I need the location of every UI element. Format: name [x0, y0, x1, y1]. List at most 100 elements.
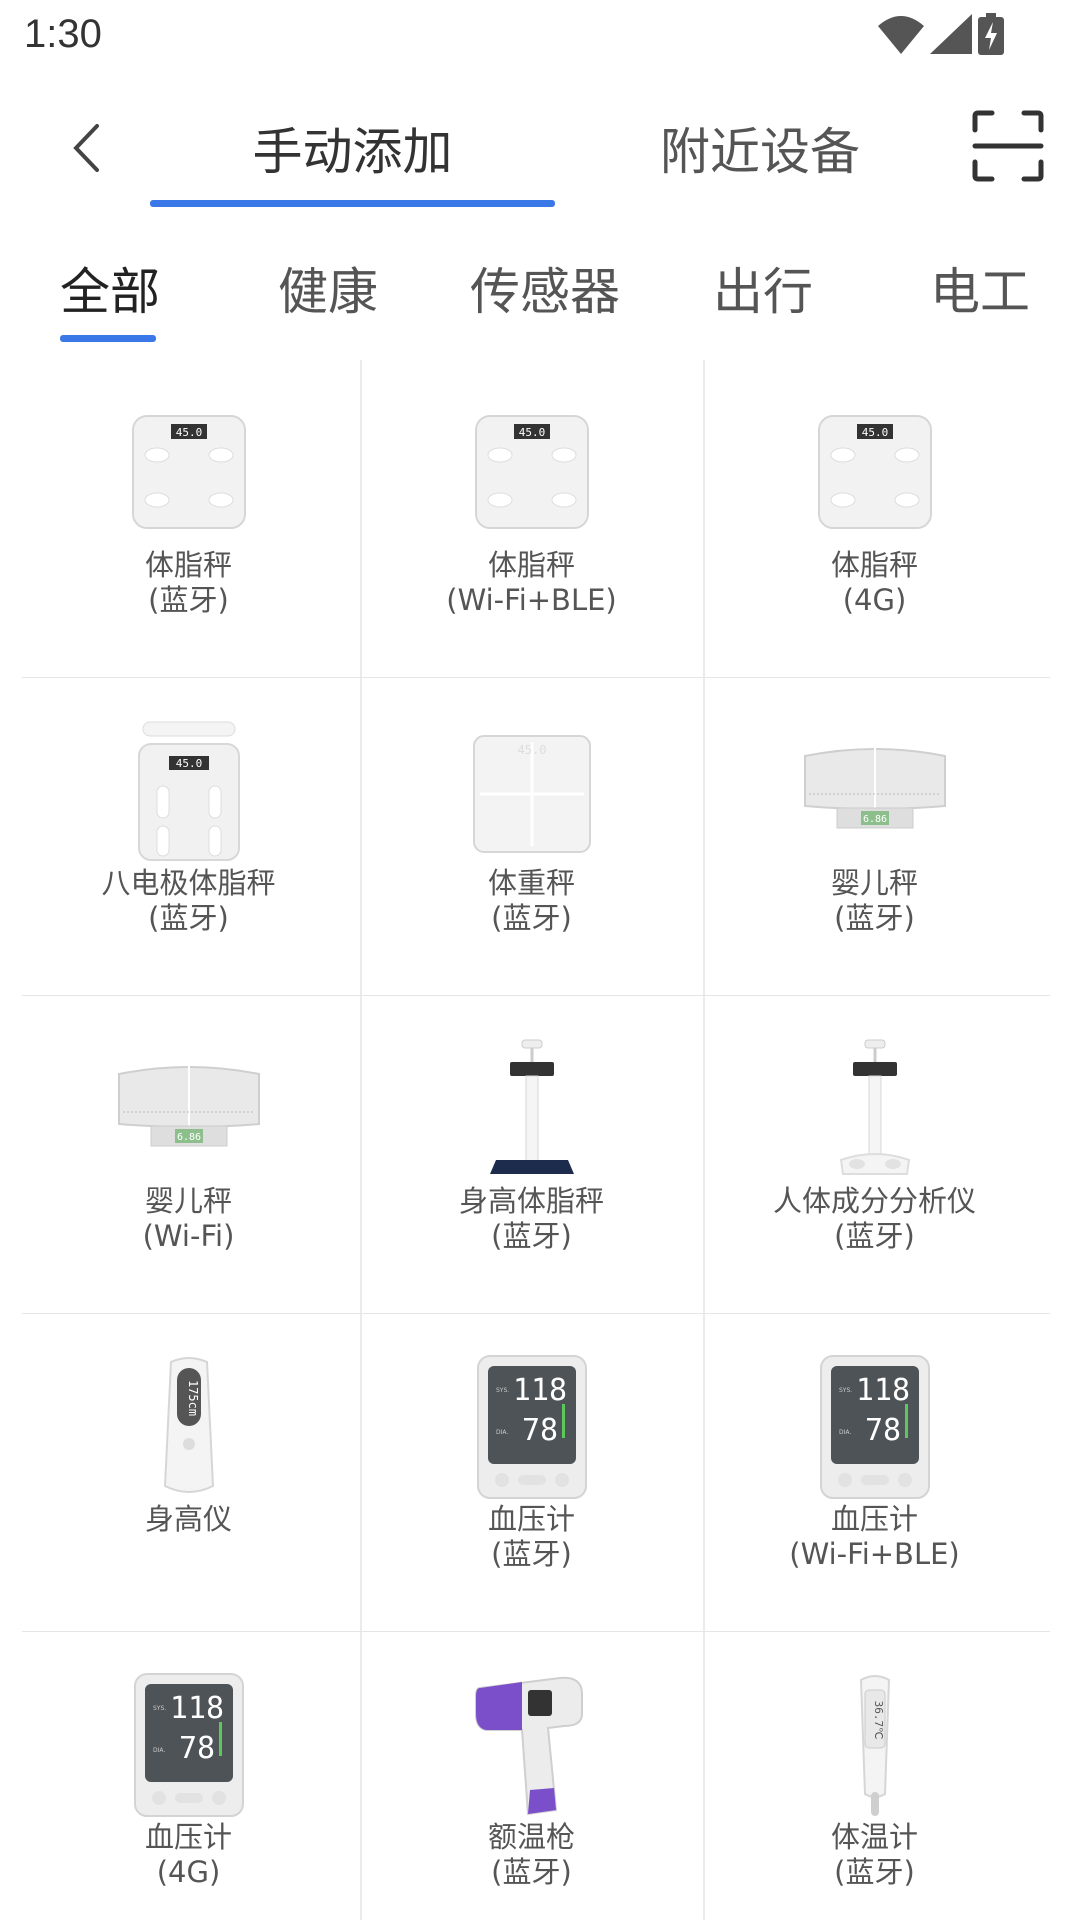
- svg-text:175cm: 175cm: [186, 1380, 200, 1416]
- device-card[interactable]: 45.0 体脂秤 (4G): [708, 360, 1041, 677]
- svg-text:6.86: 6.86: [862, 814, 886, 825]
- scale-icon: 45.0: [109, 398, 269, 548]
- device-card[interactable]: 118 78 SYS. DIA. 血压计 (蓝牙): [365, 1314, 698, 1631]
- device-row: 118 78 SYS. DIA. 血压计 (4G) 额温枪 (蓝牙) 36.7℃ 体温计 (蓝牙): [22, 1632, 1050, 1920]
- baby-scale-icon: 6.86: [795, 716, 955, 866]
- divider: [360, 996, 362, 1313]
- battery-charging-icon: [978, 13, 1004, 55]
- device-connectivity: (蓝牙): [148, 583, 229, 617]
- eight-electrode-scale-icon: 45.0: [109, 716, 269, 866]
- top-bar: 手动添加 附近设备: [0, 90, 1080, 220]
- tab-manual-add[interactable]: 手动添加: [150, 116, 555, 181]
- device-connectivity: (蓝牙): [491, 901, 572, 935]
- svg-text:45.0: 45.0: [175, 426, 202, 439]
- device-connectivity: (Wi-Fi+BLE): [446, 583, 617, 617]
- divider: [703, 678, 705, 995]
- device-label: 血压计 (4G): [22, 1820, 355, 1890]
- device-card[interactable]: 额温枪 (蓝牙): [365, 1632, 698, 1920]
- category-tab-all[interactable]: 全部: [60, 252, 160, 324]
- svg-text:45.0: 45.0: [518, 426, 545, 439]
- status-icons: [878, 12, 1004, 56]
- category-tab-health[interactable]: 健康: [278, 252, 378, 324]
- device-label: 婴儿秤 (Wi-Fi): [22, 1184, 355, 1254]
- svg-text:SYS.: SYS.: [839, 1387, 852, 1394]
- tab-nearby-devices[interactable]: 附近设备: [610, 116, 910, 181]
- device-card[interactable]: 45.0 体重秤 (蓝牙): [365, 678, 698, 995]
- device-name: 体脂秤: [830, 548, 918, 582]
- height-meter-icon: 175cm: [109, 1352, 269, 1502]
- category-tab-electrical[interactable]: 电工: [930, 252, 1030, 324]
- category-tab-sensor[interactable]: 传感器: [470, 252, 620, 324]
- device-name: 身高体脂秤: [458, 1184, 604, 1218]
- category-tabs: 全部 健康 传感器 出行 电工: [0, 240, 1080, 350]
- svg-text:118: 118: [855, 1373, 909, 1408]
- weight-scale-icon: 45.0: [452, 716, 612, 866]
- svg-text:78: 78: [178, 1731, 214, 1766]
- cellular-signal-icon: [930, 14, 972, 54]
- divider: [703, 1314, 705, 1631]
- wifi-icon: [878, 16, 924, 54]
- device-label: 身高体脂秤 (蓝牙): [365, 1184, 698, 1254]
- device-card[interactable]: 118 78 SYS. DIA. 血压计 (Wi-Fi+BLE): [708, 1314, 1041, 1631]
- device-connectivity: (蓝牙): [491, 1855, 572, 1889]
- category-tab-travel[interactable]: 出行: [713, 252, 813, 324]
- device-name: 血压计: [830, 1502, 918, 1536]
- device-card[interactable]: 身高体脂秤 (蓝牙): [365, 996, 698, 1313]
- device-name: 八电极体脂秤: [101, 866, 276, 900]
- device-card[interactable]: 118 78 SYS. DIA. 血压计 (4G): [22, 1632, 355, 1920]
- svg-text:SYS.: SYS.: [496, 1387, 509, 1394]
- svg-text:6.86: 6.86: [176, 1132, 200, 1143]
- device-card[interactable]: 45.0 体脂秤 (蓝牙): [22, 360, 355, 677]
- divider: [703, 996, 705, 1313]
- device-row: 45.0 体脂秤 (蓝牙) 45.0 体脂秤 (Wi-Fi+BLE) 45.0 体脂秤 (4G): [22, 360, 1050, 678]
- device-card[interactable]: 人体成分分析仪 (蓝牙): [708, 996, 1041, 1313]
- device-connectivity: (蓝牙): [834, 1219, 915, 1253]
- device-connectivity: (蓝牙): [834, 901, 915, 935]
- device-card[interactable]: 45.0 体脂秤 (Wi-Fi+BLE): [365, 360, 698, 677]
- device-card[interactable]: 36.7℃ 体温计 (蓝牙): [708, 1632, 1041, 1920]
- body-composition-analyzer-icon: [795, 1034, 955, 1184]
- device-name: 体重秤: [487, 866, 575, 900]
- device-name: 婴儿秤: [830, 866, 918, 900]
- scan-button[interactable]: [972, 110, 1044, 182]
- device-label: 体脂秤 (Wi-Fi+BLE): [365, 548, 698, 618]
- height-scale-icon: [452, 1034, 612, 1184]
- svg-text:DIA.: DIA.: [839, 1429, 851, 1436]
- device-connectivity: (4G): [842, 583, 907, 617]
- chevron-left-icon: [73, 124, 99, 172]
- device-label: 体重秤 (蓝牙): [365, 866, 698, 936]
- status-bar: 1:30: [0, 0, 1080, 72]
- device-name: 身高仪: [144, 1502, 232, 1536]
- device-connectivity: (Wi-Fi+BLE): [789, 1537, 960, 1571]
- device-connectivity: (蓝牙): [148, 901, 229, 935]
- device-connectivity: (蓝牙): [491, 1537, 572, 1571]
- device-label: 婴儿秤 (蓝牙): [708, 866, 1041, 936]
- device-card[interactable]: 45.0 八电极体脂秤 (蓝牙): [22, 678, 355, 995]
- device-label: 体脂秤 (4G): [708, 548, 1041, 618]
- scan-icon: [972, 110, 1044, 182]
- device-card[interactable]: 6.86 婴儿秤 (蓝牙): [708, 678, 1041, 995]
- scale-icon: 45.0: [795, 398, 955, 548]
- device-name: 体脂秤: [144, 548, 232, 582]
- svg-text:DIA.: DIA.: [153, 1747, 165, 1754]
- device-card[interactable]: 6.86 婴儿秤 (Wi-Fi): [22, 996, 355, 1313]
- thermometer-icon: 36.7℃: [795, 1670, 955, 1820]
- divider: [703, 1632, 705, 1920]
- device-card[interactable]: 175cm 身高仪: [22, 1314, 355, 1631]
- svg-text:DIA.: DIA.: [496, 1429, 508, 1436]
- device-label: 血压计 (Wi-Fi+BLE): [708, 1502, 1041, 1572]
- device-row: 45.0 八电极体脂秤 (蓝牙) 45.0 体重秤 (蓝牙) 6.86 婴儿秤 (蓝牙): [22, 678, 1050, 996]
- device-label: 身高仪: [22, 1502, 355, 1537]
- device-connectivity: (蓝牙): [491, 1219, 572, 1253]
- device-name: 体温计: [830, 1820, 918, 1854]
- category-indicator: [60, 335, 156, 342]
- back-button[interactable]: [56, 116, 116, 180]
- baby-scale-icon: 6.86: [109, 1034, 269, 1184]
- device-row: 175cm 身高仪 118 78 SYS. DIA. 血压计 (蓝牙) 118 78 SYS. DIA…: [22, 1314, 1050, 1632]
- device-name: 额温枪: [487, 1820, 575, 1854]
- device-label: 体温计 (蓝牙): [708, 1820, 1041, 1890]
- status-time: 1:30: [24, 12, 102, 56]
- svg-text:45.0: 45.0: [861, 426, 888, 439]
- device-name: 人体成分分析仪: [772, 1184, 976, 1218]
- device-label: 血压计 (蓝牙): [365, 1502, 698, 1572]
